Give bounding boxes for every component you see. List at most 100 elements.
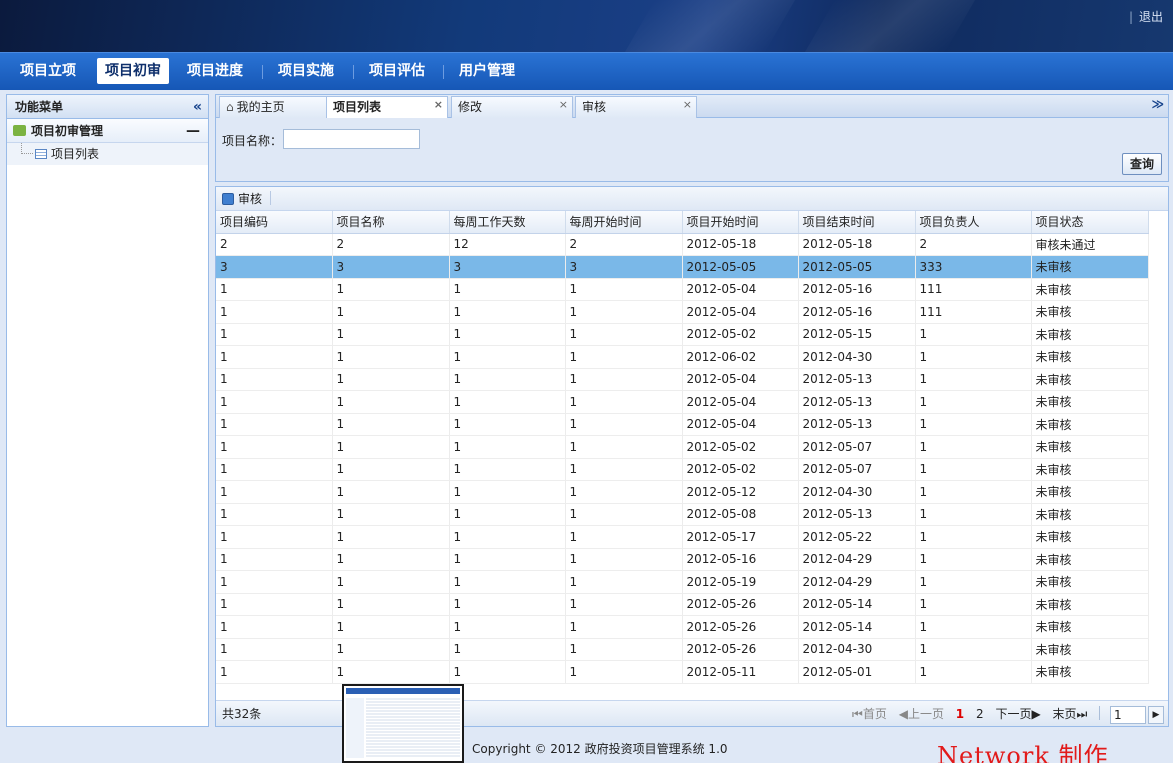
column-header[interactable]: 每周开始时间 — [565, 211, 683, 234]
project-table: 项目编码 项目名称 每周工作天数 每周开始时间 项目开始时间 项目结束时间 项目… — [216, 211, 1149, 684]
table-row[interactable]: 1 1 1 1 2012-05-04 2012-05-16 111 未审核 — [216, 278, 1149, 301]
tree-line — [21, 143, 33, 154]
table-cell: 1 — [216, 638, 333, 661]
tabs-menu-icon[interactable]: ≫ — [1151, 97, 1164, 111]
table-row[interactable]: 1 1 1 1 2012-05-17 2012-05-22 1 未审核 — [216, 525, 1149, 549]
tab-project-list[interactable]: 项目列表 × — [326, 96, 448, 118]
tab-edit[interactable]: 修改 × — [451, 96, 573, 118]
toolbar-divider — [270, 191, 272, 205]
close-icon[interactable]: × — [559, 94, 568, 115]
column-header[interactable]: 项目名称 — [332, 211, 450, 234]
logout-link[interactable]: | 退出 — [1129, 8, 1163, 25]
table-cell: 1 — [565, 638, 683, 661]
table-cell: 2012-05-05 — [682, 255, 799, 279]
column-header[interactable]: 项目开始时间 — [682, 211, 799, 234]
nav-item-progress[interactable]: 项目进度 — [179, 58, 251, 84]
last-page-button[interactable]: 末页⏭ — [1053, 701, 1088, 727]
table-cell: 未审核 — [1031, 390, 1149, 414]
table-row[interactable]: 1 1 1 1 2012-05-11 2012-05-01 1 未审核 — [216, 660, 1149, 684]
first-page-button[interactable]: ⏮首页 — [852, 701, 887, 727]
nav-item-evaluation[interactable]: 项目评估 — [361, 58, 433, 84]
collapse-icon[interactable]: « — [193, 95, 202, 119]
column-header[interactable]: 项目编码 — [216, 211, 333, 234]
table-cell: 1 — [565, 458, 683, 481]
table-cell: 1 — [332, 323, 450, 346]
table-cell: 1 — [565, 435, 683, 459]
table-cell: 1 — [449, 525, 566, 549]
review-button[interactable]: 审核 — [222, 187, 262, 211]
table-cell: 1 — [332, 548, 450, 571]
table-row[interactable]: 1 1 1 1 2012-05-04 2012-05-13 1 未审核 — [216, 368, 1149, 391]
table-cell: 1 — [565, 368, 683, 391]
go-page-button[interactable]: ▶ — [1148, 705, 1164, 724]
page-number-1[interactable]: 1 — [956, 701, 964, 727]
nav-item-implementation[interactable]: 项目实施 — [270, 58, 342, 84]
table-row[interactable]: 3 3 3 3 2012-05-05 2012-05-05 333 未审核 — [216, 255, 1149, 279]
nav-item-initial-review[interactable]: 项目初审 — [97, 58, 169, 84]
table-row[interactable]: 2 2 12 2 2012-05-18 2012-05-18 2 审核未通过 — [216, 233, 1149, 256]
table-cell: 1 — [565, 503, 683, 526]
menu-group-label: 项目初审管理 — [31, 124, 104, 138]
table-cell: 2012-05-18 — [798, 233, 916, 256]
page-number-2[interactable]: 2 — [976, 701, 984, 727]
table-cell: 1 — [915, 638, 1032, 661]
total-count: 共32条 — [222, 707, 262, 721]
table-row[interactable]: 1 1 1 1 2012-05-26 2012-04-30 1 未审核 — [216, 638, 1149, 661]
menu-group-initial-review[interactable]: 项目初审管理 — — [7, 119, 208, 143]
table-cell: 1 — [216, 390, 333, 414]
table-cell: 3 — [565, 255, 683, 279]
project-grid: 审核 项目编码 项目名称 每周工作天数 每周开始时间 项目开始时间 项目结束时间… — [215, 186, 1169, 727]
close-icon[interactable]: × — [683, 94, 692, 115]
close-icon[interactable]: × — [434, 94, 443, 115]
table-cell: 2012-05-04 — [682, 368, 799, 391]
project-name-input[interactable] — [283, 129, 420, 149]
table-row[interactable]: 1 1 1 1 2012-05-12 2012-04-30 1 未审核 — [216, 480, 1149, 504]
nav-item-project-setup[interactable]: 项目立项 — [12, 58, 84, 84]
column-header[interactable]: 项目状态 — [1031, 211, 1149, 234]
table-row[interactable]: 1 1 1 1 2012-05-16 2012-04-29 1 未审核 — [216, 548, 1149, 571]
group-toggle-icon[interactable]: — — [186, 119, 200, 143]
query-button[interactable]: 查询 — [1122, 153, 1162, 175]
page-jump-input[interactable]: 1 — [1110, 705, 1146, 724]
table-cell: 2012-05-02 — [682, 323, 799, 346]
column-header[interactable]: 项目负责人 — [915, 211, 1032, 234]
table-cell: 2012-05-17 — [682, 525, 799, 549]
table-row[interactable]: 1 1 1 1 2012-05-02 2012-05-15 1 未审核 — [216, 323, 1149, 346]
table-cell: 未审核 — [1031, 503, 1149, 526]
table-row[interactable]: 1 1 1 1 2012-05-04 2012-05-13 1 未审核 — [216, 413, 1149, 436]
table-row[interactable]: 1 1 1 1 2012-05-08 2012-05-13 1 未审核 — [216, 503, 1149, 526]
table-cell: 未审核 — [1031, 525, 1149, 549]
table-cell: 1 — [332, 413, 450, 436]
table-row[interactable]: 1 1 1 1 2012-05-19 2012-04-29 1 未审核 — [216, 570, 1149, 594]
tab-home[interactable]: ⌂ 我的主页 — [219, 96, 341, 118]
pager-divider — [1099, 706, 1101, 720]
table-cell: 3 — [216, 255, 333, 279]
sidebar-item-project-list[interactable]: 项目列表 — [7, 143, 208, 165]
table-cell: 1 — [216, 278, 333, 301]
table-cell: 1 — [216, 480, 333, 504]
table-cell: 2012-05-18 — [682, 233, 799, 256]
table-cell: 1 — [332, 390, 450, 414]
table-cell: 1 — [216, 660, 333, 684]
table-cell: 2012-05-02 — [682, 435, 799, 459]
table-row[interactable]: 1 1 1 1 2012-05-04 2012-05-16 111 未审核 — [216, 300, 1149, 324]
table-cell: 1 — [565, 345, 683, 369]
table-cell: 未审核 — [1031, 368, 1149, 391]
tab-review[interactable]: 审核 × — [575, 96, 697, 118]
column-header[interactable]: 项目结束时间 — [798, 211, 916, 234]
table-row[interactable]: 1 1 1 1 2012-05-04 2012-05-13 1 未审核 — [216, 390, 1149, 414]
table-row[interactable]: 1 1 1 1 2012-05-02 2012-05-07 1 未审核 — [216, 435, 1149, 459]
table-cell: 2012-05-14 — [798, 593, 916, 616]
table-row[interactable]: 1 1 1 1 2012-05-26 2012-05-14 1 未审核 — [216, 615, 1149, 639]
nav-item-user-management[interactable]: 用户管理 — [451, 58, 523, 84]
folder-icon — [13, 125, 26, 136]
table-cell: 未审核 — [1031, 593, 1149, 616]
table-cell: 1 — [216, 435, 333, 459]
next-page-button[interactable]: 下一页▶ — [995, 701, 1040, 727]
prev-page-button[interactable]: ◀上一页 — [899, 701, 944, 727]
table-row[interactable]: 1 1 1 1 2012-05-02 2012-05-07 1 未审核 — [216, 458, 1149, 481]
table-row[interactable]: 1 1 1 1 2012-05-26 2012-05-14 1 未审核 — [216, 593, 1149, 616]
table-cell: 1 — [216, 323, 333, 346]
column-header[interactable]: 每周工作天数 — [449, 211, 566, 234]
table-row[interactable]: 1 1 1 1 2012-06-02 2012-04-30 1 未审核 — [216, 345, 1149, 369]
